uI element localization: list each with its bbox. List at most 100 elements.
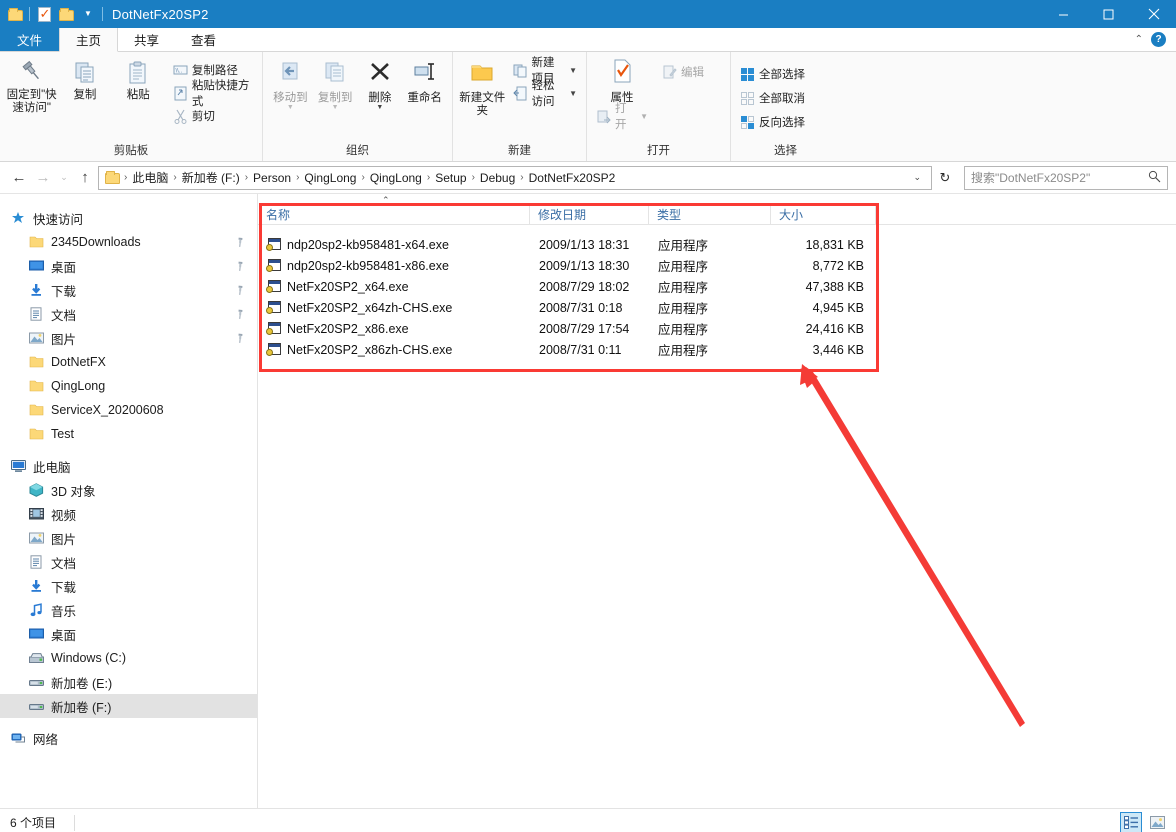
sidebar-item-label: Windows (C:) xyxy=(51,651,127,665)
sidebar-item-下载[interactable]: 下载 xyxy=(0,278,257,302)
file-date-cell: 2008/7/31 0:18 xyxy=(539,300,623,315)
sidebar-group-网络[interactable]: 网络 xyxy=(0,726,257,750)
sidebar-item-文档[interactable]: 文档 xyxy=(0,302,257,326)
copy-to-caret-icon: ▼ xyxy=(331,104,339,111)
tab-share[interactable]: 共享 xyxy=(118,28,175,51)
breadcrumb-item-6[interactable]: Debug xyxy=(476,171,519,185)
breadcrumb-dropdown-icon[interactable]: ⌄ xyxy=(907,172,927,183)
sidebar-item-Windows (C:)[interactable]: Windows (C:) xyxy=(0,646,257,670)
sidebar-item-QingLong[interactable]: QingLong xyxy=(0,374,257,398)
select-all-button[interactable]: 全部选择 xyxy=(737,64,808,84)
sidebar-item-图片[interactable]: 图片 xyxy=(0,526,257,550)
file-list-pane[interactable]: ⌃ 名称 修改日期 类型 大小 ndp20sp2-kb958481-x64.ex… xyxy=(258,194,1176,808)
table-row[interactable]: NetFx20SP2_x86.exe 2008/7/29 17:54 应用程序 24,… xyxy=(258,318,1176,339)
qat-new-folder-icon[interactable] xyxy=(55,3,77,25)
minimize-button[interactable] xyxy=(1041,0,1086,28)
table-row[interactable]: ndp20sp2-kb958481-x64.exe 2009/1/13 18:31… xyxy=(258,234,1176,255)
sidebar-item-DotNetFX[interactable]: DotNetFX xyxy=(0,350,257,374)
breadcrumb-bar[interactable]: › 此电脑 › 新加卷 (F:) › Person › QingLong › QingLong › S… xyxy=(98,165,932,190)
pin-icon[interactable] xyxy=(232,306,248,322)
sidebar-item-音乐[interactable]: 音乐 xyxy=(0,598,257,622)
pin-icon[interactable] xyxy=(232,282,248,298)
breadcrumb-item-1[interactable]: 新加卷 (F:) xyxy=(178,169,244,186)
open-button[interactable]: 打开 ▼ xyxy=(593,103,651,131)
pin-icon[interactable] xyxy=(232,234,248,250)
close-button[interactable] xyxy=(1131,0,1176,28)
breadcrumb-item-7[interactable]: DotNetFx20SP2 xyxy=(525,171,620,185)
large-icons-view-button[interactable] xyxy=(1146,812,1168,832)
recent-locations-icon[interactable]: ⌄ xyxy=(56,166,72,190)
help-icon[interactable]: ? xyxy=(1151,32,1166,47)
sidebar-item-文档[interactable]: 文档 xyxy=(0,550,257,574)
paste-button[interactable]: 粘贴 xyxy=(113,56,164,102)
delete-button[interactable]: 删除 ▼ xyxy=(359,56,402,111)
table-row[interactable]: NetFx20SP2_x64zh-CHS.exe 2008/7/31 0:18 应用… xyxy=(258,297,1176,318)
details-view-button[interactable] xyxy=(1120,812,1142,832)
breadcrumb-item-2[interactable]: Person xyxy=(249,171,295,185)
edit-button[interactable]: 编辑 xyxy=(659,62,707,82)
qat-folder-icon[interactable] xyxy=(4,3,26,25)
invert-selection-button[interactable]: 反向选择 xyxy=(737,112,808,132)
column-header-date[interactable]: 修改日期 xyxy=(530,203,649,225)
downloads-icon xyxy=(28,282,44,298)
qat-customize-caret-icon[interactable]: ▼ xyxy=(77,3,99,25)
sidebar-item-桌面[interactable]: 桌面 xyxy=(0,254,257,278)
table-row[interactable]: ndp20sp2-kb958481-x86.exe 2009/1/13 18:30… xyxy=(258,255,1176,276)
select-none-label: 全部取消 xyxy=(759,93,805,105)
sidebar-item-2345Downloads[interactable]: 2345Downloads xyxy=(0,230,257,254)
up-arrow-icon[interactable]: ↑ xyxy=(74,166,96,190)
sidebar-item-label: 视频 xyxy=(51,508,77,523)
pin-icon[interactable] xyxy=(232,258,248,274)
sidebar-group-快速访问[interactable]: 快速访问 xyxy=(0,206,257,230)
new-folder-button[interactable]: 新建文件夹 xyxy=(459,56,506,118)
qat-properties-icon[interactable] xyxy=(33,3,55,25)
copy-to-button[interactable]: 复制到 ▼ xyxy=(314,56,357,111)
forward-arrow-icon[interactable]: → xyxy=(32,166,54,190)
maximize-button[interactable] xyxy=(1086,0,1131,28)
collapse-ribbon-icon[interactable]: ⌃ xyxy=(1135,34,1143,45)
folder-icon xyxy=(28,378,44,394)
sidebar-item-ServiceX_20200608[interactable]: ServiceX_20200608 xyxy=(0,398,257,422)
sidebar-item-3D 对象[interactable]: 3D 对象 xyxy=(0,478,257,502)
rename-button[interactable]: 重命名 xyxy=(403,56,446,105)
breadcrumb-item-4[interactable]: QingLong xyxy=(366,171,426,185)
table-row[interactable]: NetFx20SP2_x86zh-CHS.exe 2008/7/31 0:11 应用… xyxy=(258,339,1176,360)
sidebar-item-视频[interactable]: 视频 xyxy=(0,502,257,526)
sidebar-item-Test[interactable]: Test xyxy=(0,422,257,446)
properties-button[interactable]: 属性 xyxy=(593,58,651,105)
copy-button[interactable]: 复制 xyxy=(59,56,110,102)
paste-shortcut-label: 粘贴快捷方式 xyxy=(191,80,250,108)
invert-selection-icon xyxy=(740,115,755,130)
pin-to-quick-access-button[interactable]: 固定到"快速访问" xyxy=(6,56,57,115)
table-row[interactable]: NetFx20SP2_x64.exe 2008/7/29 18:02 应用程序 47,… xyxy=(258,276,1176,297)
search-input[interactable]: 搜索"DotNetFx20SP2" xyxy=(971,169,1090,186)
refresh-icon[interactable]: ↻ xyxy=(934,166,956,190)
search-icon[interactable] xyxy=(1148,170,1161,186)
breadcrumb-item-0[interactable]: 此电脑 xyxy=(128,169,172,186)
easy-access-button[interactable]: 轻松访问 ▼ xyxy=(510,80,581,108)
paste-shortcut-button[interactable]: 粘贴快捷方式 xyxy=(170,80,256,108)
sidebar-item-下载[interactable]: 下载 xyxy=(0,574,257,598)
tab-file[interactable]: 文件 xyxy=(0,28,60,51)
search-box[interactable]: 搜索"DotNetFx20SP2" xyxy=(964,165,1168,190)
column-header-size[interactable]: 大小 xyxy=(771,203,876,225)
tab-home[interactable]: 主页 xyxy=(59,28,119,52)
breadcrumb-item-3[interactable]: QingLong xyxy=(300,171,360,185)
column-header-type[interactable]: 类型 xyxy=(649,203,771,225)
back-arrow-icon[interactable]: ← xyxy=(8,166,30,190)
breadcrumb-item-5[interactable]: Setup xyxy=(431,171,470,185)
navigation-pane[interactable]: 快速访问 2345Downloads 桌面 下载 文档 图片 DotNetFX QingLon… xyxy=(0,194,258,808)
sidebar-item-新加卷 (F:)[interactable]: 新加卷 (F:) xyxy=(0,694,257,718)
cut-button[interactable]: 剪切 xyxy=(170,106,256,126)
sidebar-item-桌面[interactable]: 桌面 xyxy=(0,622,257,646)
tab-view[interactable]: 查看 xyxy=(175,28,232,51)
pin-icon[interactable] xyxy=(232,330,248,346)
sidebar-item-图片[interactable]: 图片 xyxy=(0,326,257,350)
sidebar-item-新加卷 (E:)[interactable]: 新加卷 (E:) xyxy=(0,670,257,694)
sidebar-group-label: 快速访问 xyxy=(33,212,84,227)
select-none-button[interactable]: 全部取消 xyxy=(737,88,808,108)
column-header-name[interactable]: 名称 xyxy=(258,203,530,225)
window-controls xyxy=(1041,0,1176,28)
sidebar-group-此电脑[interactable]: 此电脑 xyxy=(0,454,257,478)
move-to-button[interactable]: 移动到 ▼ xyxy=(269,56,312,111)
